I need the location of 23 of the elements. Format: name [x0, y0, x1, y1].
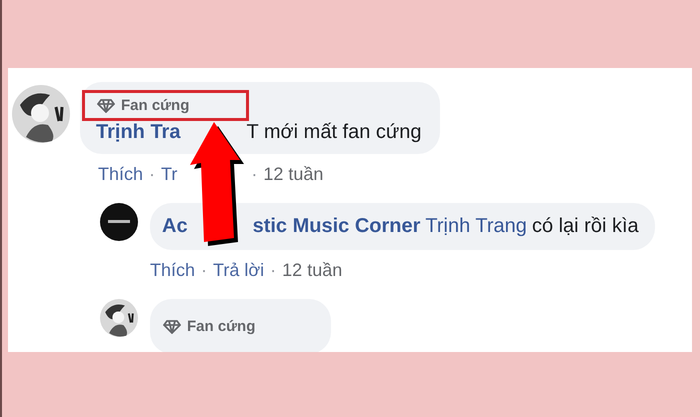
- action-link[interactable]: Thích: [98, 164, 144, 185]
- author-link[interactable]: stic Music Corner: [252, 215, 420, 238]
- timestamp: 12 tuần: [263, 164, 324, 185]
- dot-separator: ·: [201, 260, 208, 281]
- author-link[interactable]: Trịnh Tra: [96, 121, 180, 144]
- avatar-icon: [100, 299, 138, 337]
- diamond-icon: [163, 320, 181, 334]
- author-link[interactable]: Ac: [162, 215, 188, 238]
- comment-text: T mới mất fan cứng: [246, 121, 422, 144]
- dot-separator: ·: [251, 164, 258, 185]
- comment-text: có lại rồi kìa: [532, 215, 639, 238]
- badge-label: Fan cứng: [187, 318, 256, 335]
- avatar-icon: [12, 85, 70, 143]
- dot-separator: ·: [270, 260, 276, 281]
- action-link[interactable]: Tr: [161, 164, 178, 185]
- avatar-icon: [100, 203, 138, 241]
- diamond-icon: [97, 98, 115, 112]
- action-link[interactable]: Thích: [150, 260, 196, 281]
- dot-separator: ·: [149, 164, 156, 185]
- badge-label: Fan cứng: [121, 97, 190, 114]
- timestamp: 12 tuần: [282, 260, 342, 281]
- mention-link[interactable]: Trịnh Trang: [425, 215, 527, 238]
- action-link[interactable]: Trả lời: [213, 260, 264, 281]
